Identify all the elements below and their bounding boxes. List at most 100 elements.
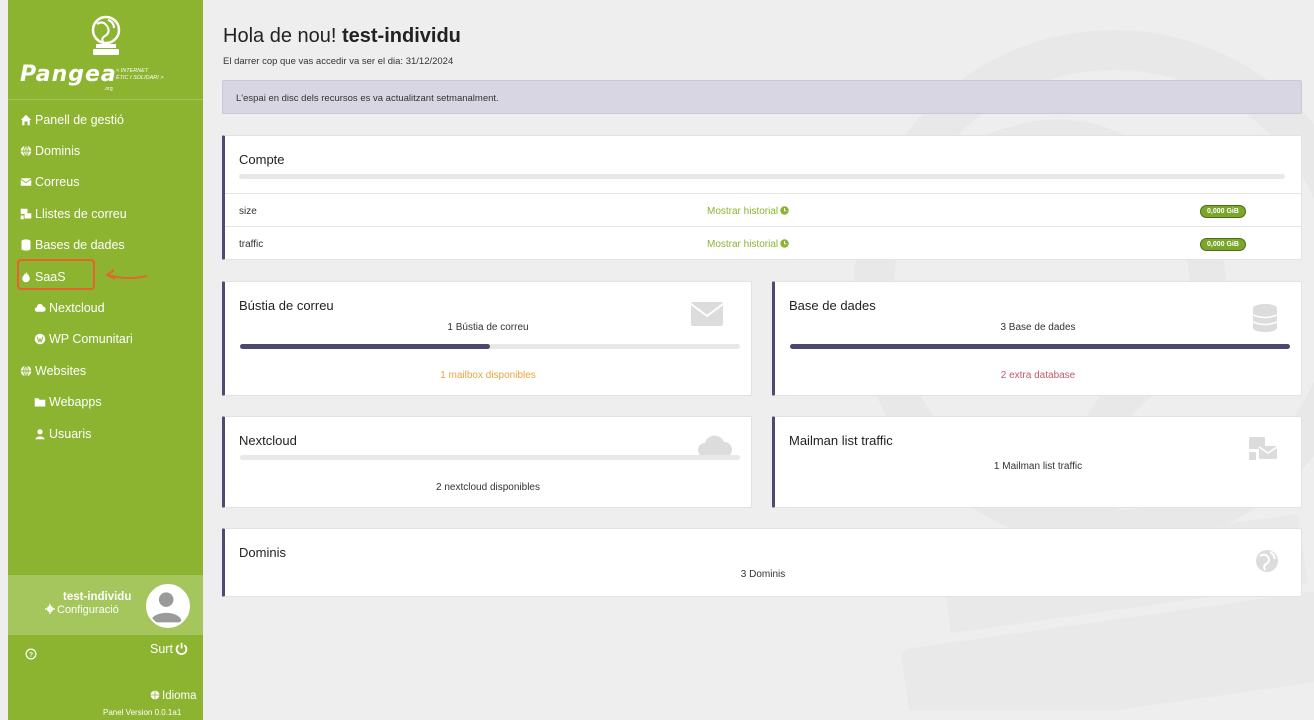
sidebar: Pangea < INTERNET ÈTIC I SOLIDARI > .org… [8, 0, 203, 720]
logo[interactable]: Pangea < INTERNET ÈTIC I SOLIDARI > .org [8, 0, 203, 100]
globe-icon [19, 145, 32, 157]
card-title: Nextcloud [239, 433, 297, 448]
card-title: Bústia de correu [239, 298, 334, 313]
main-content: Hola de nou! test-individu El darrer cop… [203, 0, 1314, 720]
saas-highlight-box [17, 259, 95, 290]
card-title: Compte [239, 152, 285, 167]
sidebar-item-correus[interactable]: Correus [8, 167, 203, 198]
progress-fill [240, 344, 490, 349]
page-title: Hola de nou! test-individu [223, 25, 461, 48]
user-panel: test-individu Configuració [8, 575, 203, 635]
show-history-link[interactable]: Mostrar historial [707, 239, 789, 250]
sidebar-item-bases[interactable]: Bases de dades [8, 230, 203, 261]
language-selector[interactable]: Idioma [150, 690, 197, 702]
card-subtitle: 3 Dominis [740, 569, 786, 580]
language-label: Idioma [162, 690, 197, 702]
row-label: size [239, 206, 257, 217]
config-link[interactable]: Configuració [45, 604, 119, 616]
globe-icon [150, 690, 160, 700]
sidebar-item-websites[interactable]: Websites [8, 355, 203, 386]
card-footer: 2 nextcloud disponibles [436, 482, 540, 493]
gear-icon [45, 604, 55, 614]
sidebar-item-panell[interactable]: Panell de gestió [8, 104, 203, 135]
dominis-card: Dominis 3 Dominis [222, 528, 1302, 597]
card-subtitle: 1 Mailman list traffic [993, 461, 1083, 472]
greeting-username: test-individu [341, 25, 461, 47]
clock-icon [780, 239, 789, 248]
card-title: Mailman list traffic [789, 433, 893, 448]
usage-badge: 0,000 GiB [1200, 205, 1246, 218]
brand-tagline-1: < INTERNET [116, 68, 149, 74]
mailbox-card: Bústia de correu 1 Bústia de correu 1 ma… [222, 281, 752, 396]
sidebar-item-label: Websites [35, 363, 87, 378]
user-avatar-icon [148, 586, 188, 626]
show-history-label: Mostrar historial [707, 239, 779, 250]
card-title: Dominis [239, 545, 286, 560]
avatar[interactable] [146, 584, 190, 628]
user-icon [33, 428, 46, 440]
mail-list-icon [19, 208, 32, 220]
sidebar-item-wp-comunitari[interactable]: WP Comunitari [8, 324, 203, 355]
nextcloud-card: Nextcloud 2 nextcloud disponibles [222, 416, 752, 508]
database-card: Base de dades 3 Base de dades 2 extra da… [772, 281, 1302, 396]
panel-version: Panel Version 0.0.1a1 [103, 708, 182, 717]
sidebar-item-label: Llistes de correu [35, 206, 127, 221]
compte-bar [239, 174, 1285, 179]
database-icon [19, 239, 32, 251]
sidebar-item-label: Correus [35, 175, 80, 190]
home-icon [19, 114, 32, 126]
progress-fill [790, 344, 1290, 349]
card-subtitle: 3 Base de dades [1000, 322, 1076, 333]
config-label: Configuració [57, 604, 119, 616]
logo-globe-icon [91, 15, 121, 55]
mailbox-progress-bar [240, 344, 740, 349]
sidebar-item-llistes[interactable]: Llistes de correu [8, 198, 203, 229]
folder-icon [33, 396, 46, 408]
cloud-icon [33, 302, 46, 314]
card-subtitle: 1 Bústia de correu [447, 322, 529, 333]
envelope-icon [19, 176, 32, 188]
power-icon [175, 642, 188, 655]
sidebar-item-label: Dominis [35, 144, 81, 159]
sidebar-item-nextcloud[interactable]: Nextcloud [8, 292, 203, 323]
highlight-arrow-icon [105, 269, 148, 280]
sidebar-item-webapps[interactable]: Webapps [8, 387, 203, 418]
sidebar-item-label: Webapps [49, 395, 102, 410]
row-label: traffic [239, 239, 264, 250]
globe-icon [19, 365, 32, 377]
nextcloud-progress-bar [240, 455, 740, 460]
brand-tagline: < INTERNET ÈTIC I SOLIDARI > [116, 68, 164, 82]
sidebar-item-label: WP Comunitari [49, 332, 133, 347]
clock-icon [780, 206, 789, 215]
sidebar-item-usuaris[interactable]: Usuaris [8, 418, 203, 449]
logout-label: Surt [150, 642, 173, 656]
table-row: size Mostrar historial 0,000 GiB [225, 193, 1301, 226]
card-footer: 2 extra database [1000, 370, 1076, 381]
compte-card: Compte size Mostrar historial 0,000 GiB … [222, 135, 1302, 260]
sidebar-item-label: Panell de gestió [35, 112, 124, 127]
mail-list-icon [1249, 437, 1278, 464]
sidebar-item-label: Bases de dades [35, 238, 125, 253]
database-progress-bar [790, 344, 1290, 349]
card-footer: 1 mailbox disponibles [440, 370, 536, 381]
show-history-link[interactable]: Mostrar historial [707, 206, 789, 217]
usage-badge: 0,000 GiB [1200, 238, 1246, 251]
wordpress-icon [33, 333, 46, 345]
last-access-text: El darrer cop que vas accedir va ser el … [223, 56, 454, 67]
sidebar-item-label: Nextcloud [49, 301, 105, 316]
brand-tagline-2: ÈTIC I SOLIDARI > [116, 75, 164, 81]
show-history-label: Mostrar historial [707, 206, 779, 217]
greeting-text: Hola de nou! [223, 25, 337, 47]
card-title: Base de dades [789, 298, 876, 313]
brand-suffix: .org [104, 86, 113, 92]
svg-text:?: ? [29, 652, 33, 659]
table-row: traffic Mostrar historial 0,000 GiB [225, 226, 1301, 259]
sidebar-item-dominis[interactable]: Dominis [8, 135, 203, 166]
help-icon[interactable]: ? [25, 648, 37, 660]
mailman-card: Mailman list traffic 1 Mailman list traf… [772, 416, 1302, 508]
user-name: test-individu [63, 591, 132, 603]
logout-button[interactable]: Surt [150, 642, 188, 656]
sidebar-item-label: Usuaris [49, 426, 92, 441]
brand-name: Pangea [20, 62, 117, 87]
info-alert: L'espai en disc dels recursos es va actu… [222, 80, 1302, 114]
